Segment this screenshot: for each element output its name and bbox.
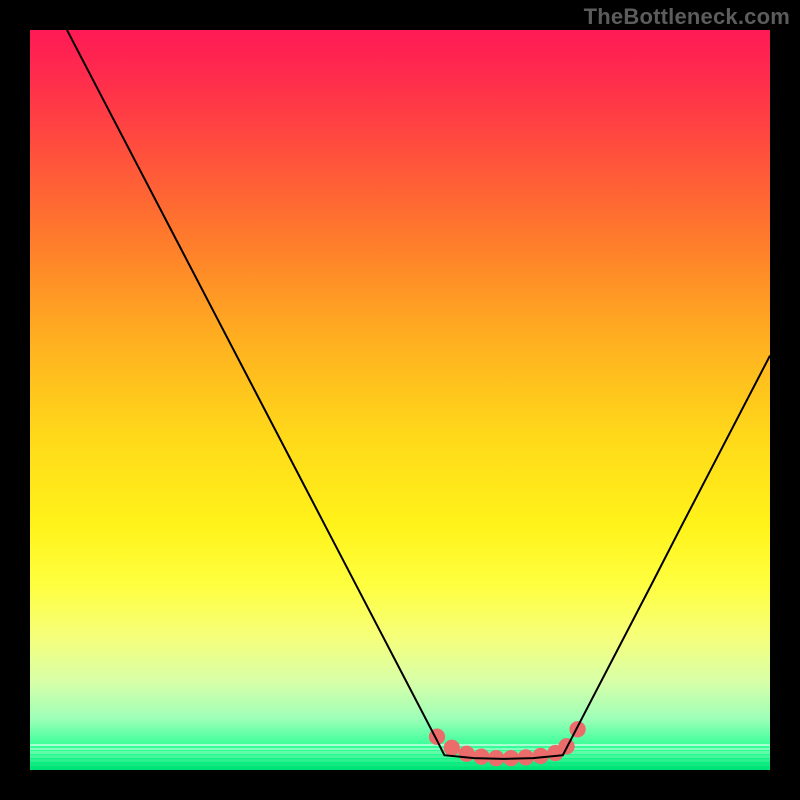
- watermark-text: TheBottleneck.com: [584, 4, 790, 30]
- plot-area: [30, 30, 770, 770]
- bottleneck-curve: [67, 30, 770, 759]
- chart-stage: TheBottleneck.com: [0, 0, 800, 800]
- curve-overlay: [30, 30, 770, 770]
